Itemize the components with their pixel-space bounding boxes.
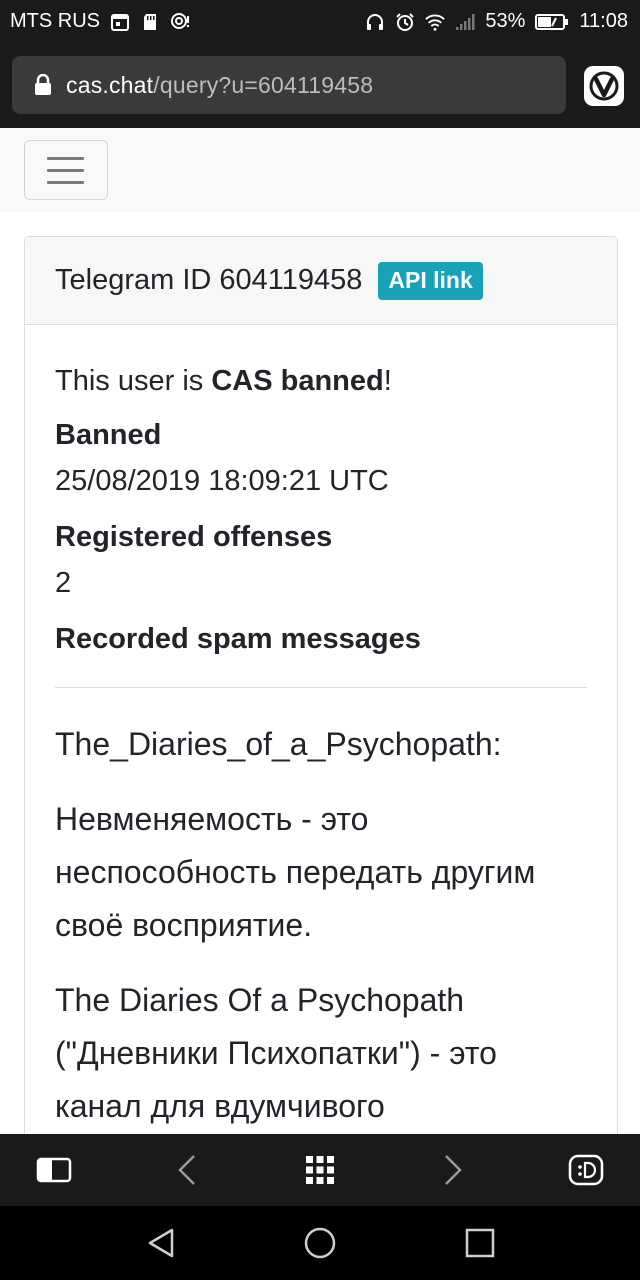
spam-message: Невменяемость - это неспособность переда… (55, 801, 536, 943)
site-navbar (0, 128, 640, 212)
ban-status: This user is CAS banned! (55, 363, 587, 399)
banned-label: Banned (55, 419, 162, 451)
panel-toggle-icon[interactable] (36, 1152, 72, 1188)
browser-toolbar (0, 1134, 640, 1206)
emoji-tabs-icon[interactable] (568, 1152, 604, 1188)
battery-icon (535, 13, 569, 30)
spam-messages-label: Recorded spam messages (55, 623, 421, 655)
ban-status-suffix: ! (383, 365, 392, 397)
ban-status-bold: CAS banned (211, 365, 384, 397)
url-text: cas.chat/query?u=604119458 (66, 72, 373, 99)
clock: 11:08 (579, 10, 628, 32)
forward-icon[interactable] (434, 1152, 470, 1188)
system-nav-bar (0, 1206, 640, 1280)
banned-value: 25/08/2019 18:09:21 UTC (55, 465, 389, 497)
spam-message: The Diaries Of a Psychopath ("Дневники П… (55, 982, 497, 1124)
vivaldi-menu-icon[interactable] (584, 66, 624, 106)
browser-address-area: cas.chat/query?u=604119458 (0, 44, 640, 128)
signal-icon (456, 13, 475, 30)
divider (55, 687, 587, 688)
back-icon[interactable] (170, 1152, 206, 1188)
hamburger-icon (47, 157, 84, 160)
alarm-icon (396, 12, 415, 31)
spam-message: The_Diaries_of_a_Psychopath: (55, 726, 502, 762)
system-recents-icon[interactable] (463, 1226, 497, 1260)
location-signal-icon (171, 12, 189, 29)
system-back-icon[interactable] (144, 1226, 178, 1260)
calendar-icon (111, 13, 129, 31)
status-bar: MTS RUS 53% 11:08 (0, 0, 640, 44)
offenses-label: Registered offenses (55, 521, 333, 553)
offenses-value: 2 (55, 567, 72, 599)
carrier-label: MTS RUS (10, 10, 100, 32)
api-link-badge[interactable]: API link (378, 261, 483, 300)
menu-toggle-button[interactable] (24, 140, 108, 200)
url-domain: cas.chat (66, 71, 154, 98)
sd-card-icon (144, 13, 156, 30)
url-bar[interactable]: cas.chat/query?u=604119458 (12, 56, 566, 114)
hamburger-icon-bar (47, 181, 84, 184)
user-card: Telegram ID 604119458 API link This user… (24, 236, 618, 1178)
headphones-icon (367, 13, 384, 30)
lock-icon (35, 74, 51, 95)
system-home-icon[interactable] (303, 1226, 337, 1260)
ban-status-prefix: This user is (55, 365, 212, 397)
hamburger-icon-bar (47, 169, 84, 172)
battery-percent: 53% (485, 10, 526, 32)
tab-switcher-icon[interactable] (302, 1152, 338, 1188)
wifi-icon (425, 14, 446, 31)
card-title: Telegram ID 604119458 (55, 264, 363, 296)
card-body: This user is CAS banned! Banned 25/08/20… (25, 325, 617, 1133)
card-header: Telegram ID 604119458 API link (25, 237, 617, 325)
url-path: /query?u=604119458 (153, 71, 374, 98)
